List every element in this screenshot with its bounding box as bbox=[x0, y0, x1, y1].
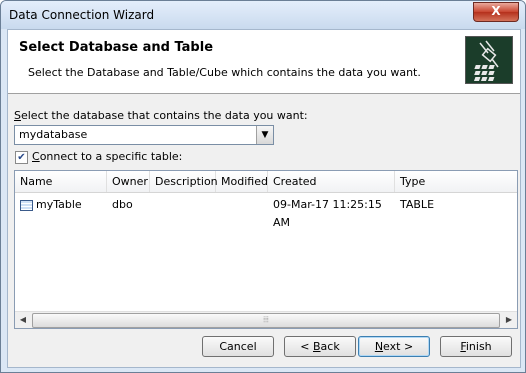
row-description-cell bbox=[150, 196, 216, 214]
database-select[interactable]: mydatabase ▼ bbox=[14, 125, 274, 145]
row-type-cell: TABLE bbox=[400, 198, 435, 211]
row-owner-cell: dbo bbox=[112, 198, 133, 211]
window-title: Data Connection Wizard bbox=[9, 8, 155, 22]
wizard-header: Select Database and Table Select the Dat… bbox=[8, 30, 520, 94]
horizontal-scrollbar[interactable]: ◀ ⦙⦙⦙ ▶ bbox=[15, 311, 517, 328]
table-row[interactable]: myTable dbo 09-Mar-17 11:25:15 AM TABLE bbox=[15, 196, 517, 229]
dialog-body: Select Database and Table Select the Dat… bbox=[7, 29, 521, 368]
cancel-button[interactable]: Cancel bbox=[202, 336, 274, 357]
database-plug-icon bbox=[465, 36, 513, 84]
finish-button[interactable]: Finish bbox=[440, 336, 512, 357]
chevron-down-icon[interactable]: ▼ bbox=[256, 126, 273, 144]
database-label: Select the database that contains the da… bbox=[14, 109, 308, 122]
column-type[interactable]: Type bbox=[395, 171, 517, 192]
column-created[interactable]: Created bbox=[268, 171, 395, 192]
column-modified[interactable]: Modified bbox=[216, 171, 268, 192]
scroll-left-icon[interactable]: ◀ bbox=[15, 312, 31, 328]
column-name[interactable]: Name bbox=[15, 171, 107, 192]
row-created-cell: 09-Mar-17 11:25:15 AM bbox=[273, 198, 382, 229]
column-description[interactable]: Description bbox=[150, 171, 218, 192]
database-select-value: mydatabase bbox=[19, 128, 88, 141]
back-button[interactable]: < Back bbox=[284, 336, 356, 357]
title-bar: Data Connection Wizard X bbox=[1, 1, 525, 29]
page-title: Select Database and Table bbox=[19, 40, 214, 55]
close-button[interactable]: X bbox=[473, 2, 519, 22]
next-button[interactable]: Next > bbox=[358, 336, 430, 357]
scroll-right-icon[interactable]: ▶ bbox=[501, 312, 517, 328]
row-name-cell: myTable bbox=[15, 196, 107, 214]
scrollbar-thumb[interactable]: ⦙⦙⦙ bbox=[32, 313, 500, 328]
wizard-window: Data Connection Wizard X Select Database… bbox=[0, 0, 526, 373]
table-list[interactable]: Name Owner Description Modified Created … bbox=[14, 170, 518, 329]
column-owner[interactable]: Owner bbox=[107, 171, 150, 192]
connect-table-label[interactable]: Connect to a specific table: bbox=[32, 150, 182, 163]
table-icon bbox=[20, 199, 33, 211]
connect-table-checkbox[interactable]: ✔ bbox=[15, 151, 28, 164]
table-list-header: Name Owner Description Modified Created … bbox=[15, 171, 517, 193]
row-modified-cell bbox=[216, 196, 268, 214]
page-subtitle: Select the Database and Table/Cube which… bbox=[28, 66, 421, 79]
